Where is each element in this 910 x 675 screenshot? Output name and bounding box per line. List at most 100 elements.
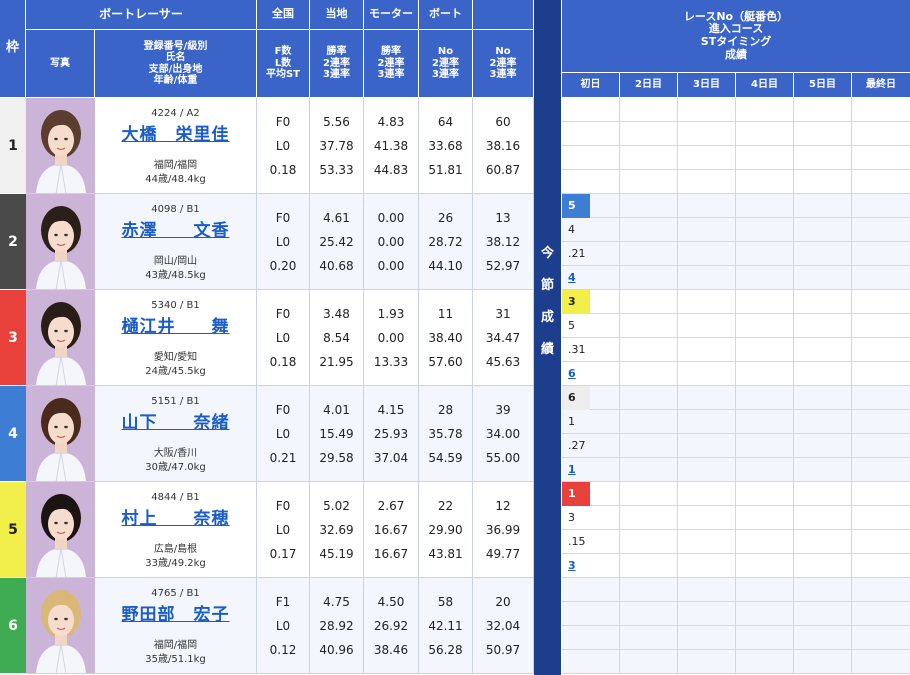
stat-value: 32.69 <box>319 523 354 537</box>
stat-col-motor: 64 33.68 51.81 <box>419 98 473 194</box>
waku-number: 3 <box>0 290 26 386</box>
stat-value: 16.67 <box>373 523 409 537</box>
race-result-link[interactable]: 1 <box>562 458 591 482</box>
racer-name-link[interactable]: 樋江井 舞 <box>95 314 256 340</box>
race-day-cell <box>852 386 910 482</box>
racer-name-link[interactable]: 村上 奈穂 <box>95 506 256 532</box>
stat-col-boat: 39 34.00 55.00 <box>473 386 534 482</box>
day-header-2: 2日目 <box>620 73 678 98</box>
race-day-cell <box>620 194 678 290</box>
race-day-cell <box>794 482 852 578</box>
waku-number: 6 <box>0 578 26 674</box>
stat-value: 5.56 <box>323 115 350 129</box>
stat-value: F0 <box>275 307 291 321</box>
stat-col-fl: F0 L0 0.20 <box>257 194 310 290</box>
stat-value: 37.04 <box>373 451 409 465</box>
stat-col-boat: 13 38.12 52.97 <box>473 194 534 290</box>
entry-course: 5 <box>568 319 575 332</box>
stat-col-boat: 20 32.04 50.97 <box>473 578 534 674</box>
header-no-line: 2連率 <box>489 57 517 69</box>
header-fl-line: F数 <box>274 46 292 58</box>
stat-value: 4.75 <box>323 595 350 609</box>
race-day-cell <box>678 290 736 386</box>
stat-col-fl: F0 L0 0.18 <box>257 98 310 194</box>
stat-value: 38.16 <box>485 139 521 153</box>
racer-age-weight: 30歳/47.0kg <box>145 462 206 473</box>
stat-value: L0 <box>275 427 291 441</box>
stat-value: F0 <box>275 115 291 129</box>
stat-col-motor: 22 29.90 43.81 <box>419 482 473 578</box>
header-info-line: 登録番号/級別 <box>143 40 208 52</box>
stat-value: 35.78 <box>428 427 463 441</box>
race-day-cell <box>794 98 852 194</box>
stat-value: 43.81 <box>428 547 463 561</box>
stat-value: 44.83 <box>373 163 409 177</box>
stat-col-boat: 31 34.47 45.63 <box>473 290 534 386</box>
race-day-cell <box>620 482 678 578</box>
stat-value: 40.68 <box>319 259 354 273</box>
stat-value: 4.15 <box>377 403 405 417</box>
race-result-link[interactable]: 6 <box>562 362 591 386</box>
race-result-link[interactable]: 3 <box>562 554 591 578</box>
racer-photo <box>26 98 95 194</box>
header-rate-line: 3連率 <box>323 69 350 81</box>
konsetsu-seiseki-bar: 今 節 成 績 <box>534 0 561 675</box>
stat-value: L0 <box>275 235 291 249</box>
day-header-5: 5日目 <box>794 73 852 98</box>
stat-value: F0 <box>275 499 291 513</box>
racer-branch: 岡山/岡山 <box>153 256 198 267</box>
header-rate-line: 2連率 <box>323 57 350 69</box>
header-no-line: 2連率 <box>432 57 459 69</box>
vertical-char: 今 <box>540 246 554 261</box>
header-info: 登録番号/級別 氏名 支部/出身地 年齢/体重 <box>95 30 257 98</box>
race-result-link[interactable]: 4 <box>562 266 591 290</box>
header-no-line: 3連率 <box>432 69 459 81</box>
header-fl-line: L数 <box>274 57 292 69</box>
stat-col-zenkoku: 5.02 32.69 45.19 <box>310 482 364 578</box>
racer-photo <box>26 194 95 290</box>
stat-value: 25.42 <box>319 235 354 249</box>
entry-course: 3 <box>568 511 575 524</box>
stat-value: 57.60 <box>428 355 463 369</box>
st-timing: .31 <box>568 343 586 356</box>
race-day-cell <box>562 578 620 674</box>
stat-col-motor: 58 42.11 56.28 <box>419 578 473 674</box>
racer-table: 枠 ボートレーサー 全国 当地 モーター ボート 写真 登録番号/級別 氏名 支… <box>0 0 910 675</box>
stat-value: 11 <box>437 307 454 321</box>
racer-name-link[interactable]: 大橋 栄里佳 <box>95 122 256 148</box>
stat-col-boat: 12 36.99 49.77 <box>473 482 534 578</box>
vertical-char: 績 <box>540 342 554 357</box>
header-zenkoku-rates: 勝率 2連率 3連率 <box>310 30 364 98</box>
stat-value: L0 <box>275 619 291 633</box>
racer-branch: 福岡/福岡 <box>153 160 198 171</box>
racer-info: 4765 / B1 野田部 宏子 福岡/福岡 35歳/51.1kg <box>95 578 257 674</box>
stat-value: 60.87 <box>485 163 521 177</box>
race-day-cell <box>852 290 910 386</box>
waku-number: 1 <box>0 98 26 194</box>
race-day-cell <box>678 482 736 578</box>
stat-value: 0.00 <box>377 235 405 249</box>
entry-course: 1 <box>568 415 575 428</box>
stat-col-zenkoku: 5.56 37.78 53.33 <box>310 98 364 194</box>
racer-info: 5151 / B1 山下 奈緒 大阪/香川 30歳/47.0kg <box>95 386 257 482</box>
stat-value: 26 <box>437 211 454 225</box>
stat-value: 56.28 <box>428 643 463 657</box>
header-motor: モーター <box>364 0 419 30</box>
stat-value: L0 <box>275 523 291 537</box>
stat-value: 0.21 <box>269 451 297 465</box>
racer-name-link[interactable]: 赤澤 文香 <box>95 218 256 244</box>
racer-age-weight: 44歳/48.4kg <box>145 174 206 185</box>
stat-value: 28.72 <box>428 235 463 249</box>
header-race-line: 成績 <box>725 47 747 61</box>
stat-value: 58 <box>437 595 454 609</box>
header-info-line: 支部/出身地 <box>148 63 203 75</box>
stat-value: 34.00 <box>485 427 521 441</box>
st-timing: .27 <box>568 439 586 452</box>
stat-col-zenkoku: 4.61 25.42 40.68 <box>310 194 364 290</box>
header-rate-line: 3連率 <box>377 69 405 81</box>
stat-value: 42.11 <box>428 619 463 633</box>
racer-name-link[interactable]: 山下 奈緒 <box>95 410 256 436</box>
racer-name-link[interactable]: 野田部 宏子 <box>95 602 256 628</box>
day-header-3: 3日目 <box>678 73 736 98</box>
header-rate-line: 勝率 <box>326 46 347 58</box>
